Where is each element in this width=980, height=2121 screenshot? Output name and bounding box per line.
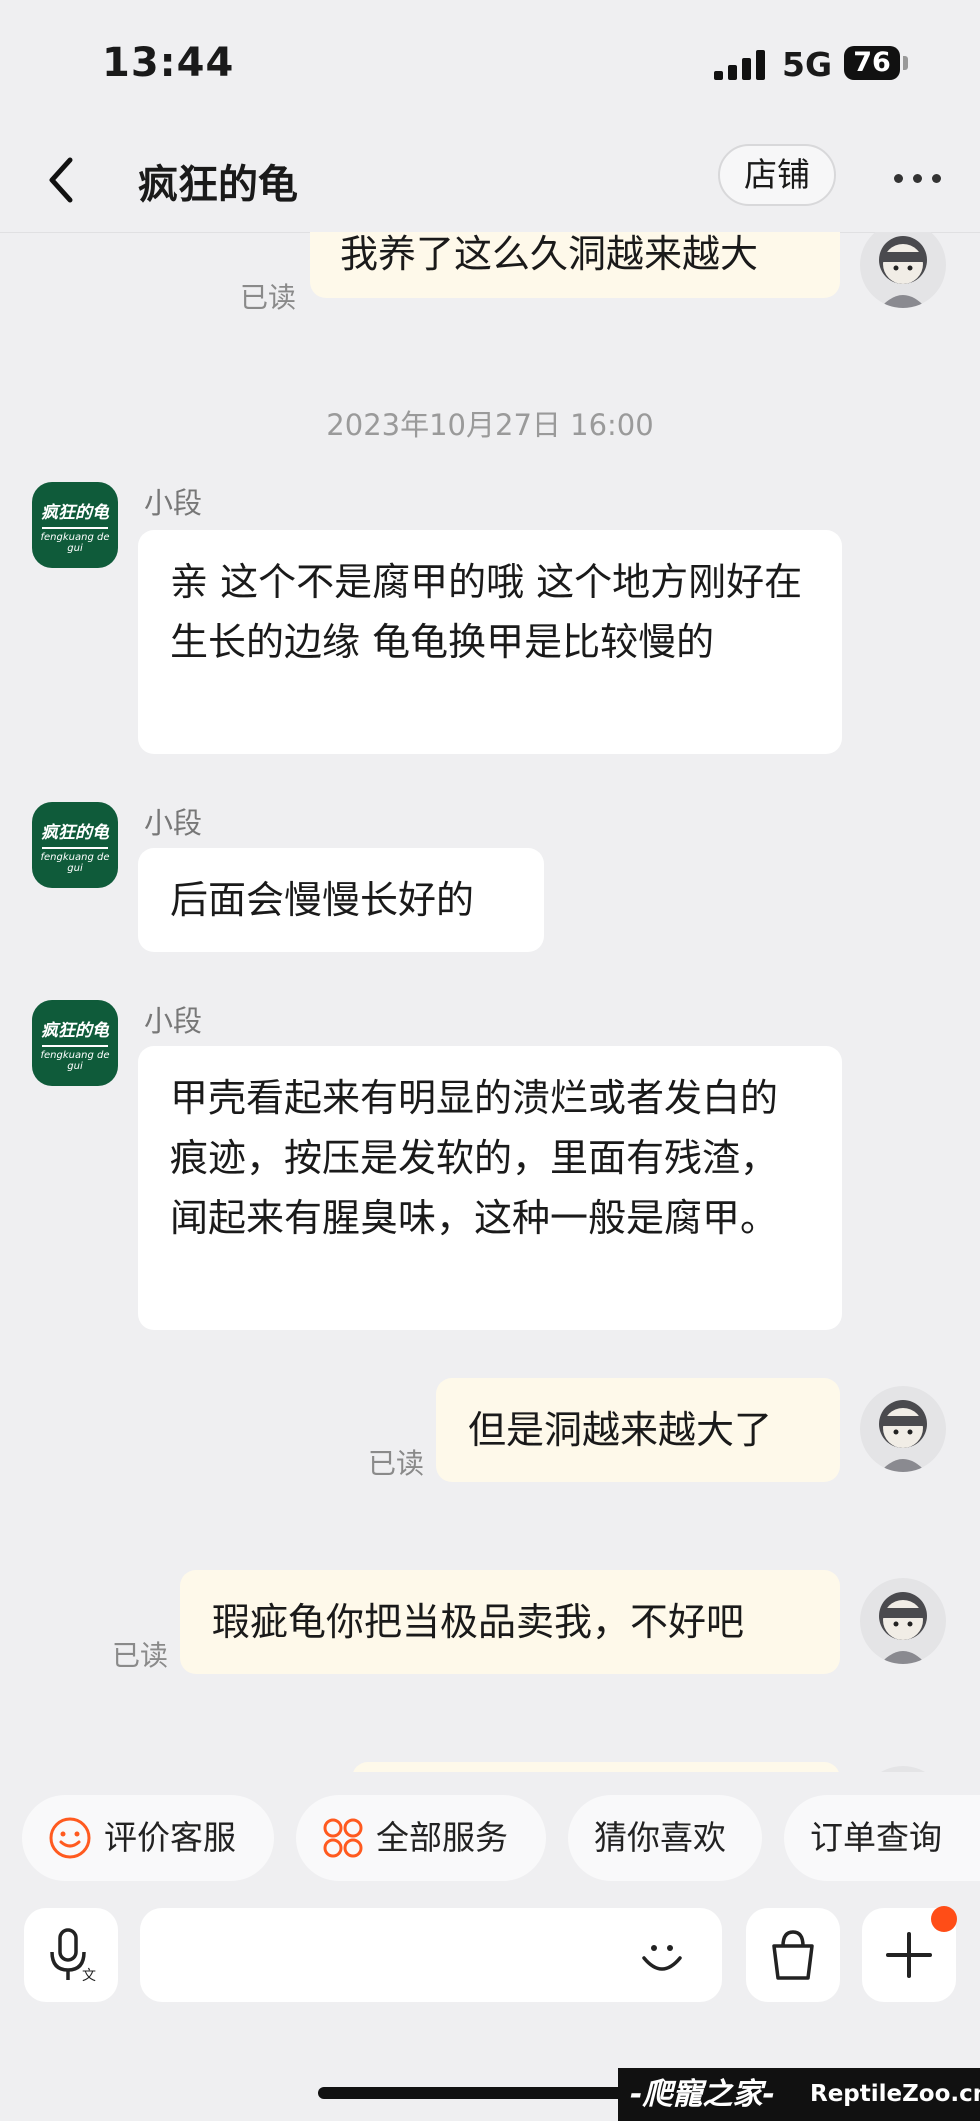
- shopping-bag-icon: [772, 1930, 814, 1980]
- grid-icon: [323, 1818, 363, 1858]
- chip-label: 评价客服: [104, 1818, 236, 1857]
- user-avatar: [860, 1386, 946, 1472]
- network-type: 5G: [782, 45, 833, 84]
- back-arrow-icon[interactable]: [42, 152, 82, 208]
- user-avatar: [860, 1766, 946, 1772]
- user-avatar: [860, 232, 946, 308]
- sender-name: 小段: [144, 1004, 203, 1038]
- shop-avatar[interactable]: 疯狂的龟 fengkuang de gui: [32, 802, 118, 888]
- chip-label: 猜你喜欢: [594, 1818, 726, 1857]
- shopping-bag-button[interactable]: [746, 1908, 840, 2002]
- message-text: 后面会慢慢长好的: [170, 878, 475, 922]
- nav-bar: 疯狂的龟 店铺: [0, 130, 980, 233]
- status-bar: 13:44 5G 76: [0, 0, 980, 130]
- battery-cap: [903, 56, 908, 70]
- sender-name: 小段: [144, 486, 203, 520]
- order-query-button[interactable]: 订单查询: [784, 1795, 980, 1881]
- microphone-icon: 文: [50, 1928, 96, 1983]
- all-services-button[interactable]: 全部服务: [296, 1795, 546, 1881]
- svg-text:文: 文: [82, 1967, 96, 1983]
- message-text: 亲 这个不是腐甲的哦 这个地方刚好在生长的边缘 龟龟换甲是比较慢的: [170, 560, 803, 664]
- message-text: 甲壳看起来有明显的溃烂或者发白的痕迹，按压是发软的，里面有残渣，闻起来有腥臭味，…: [170, 1076, 779, 1240]
- message-bubble-incoming[interactable]: 甲壳看起来有明显的溃烂或者发白的痕迹，按压是发软的，里面有残渣，闻起来有腥臭味，…: [138, 1046, 842, 1330]
- timestamp: 2023年10月27日 16:00: [326, 408, 654, 442]
- rate-service-button[interactable]: 评价客服: [22, 1795, 274, 1881]
- quick-actions-bar: 评价客服 全部服务 猜你喜欢 订单查询: [0, 1795, 980, 1885]
- message-bubble-incoming[interactable]: 后面会慢慢长好的: [138, 848, 544, 952]
- smiley-icon: [49, 1817, 91, 1859]
- battery-icon: 76: [844, 46, 900, 80]
- read-receipt: 已读: [240, 281, 297, 314]
- read-receipt: 已读: [368, 1447, 425, 1480]
- shop-avatar[interactable]: 疯狂的龟 fengkuang de gui: [32, 482, 118, 568]
- shop-avatar[interactable]: 疯狂的龟 fengkuang de gui: [32, 1000, 118, 1086]
- message-bubble-outgoing-partial[interactable]: [352, 1762, 840, 1772]
- message-text: 我养了这么久洞越来越大: [340, 232, 759, 276]
- page-title: 疯狂的龟: [138, 162, 298, 208]
- signal-icon: [714, 50, 766, 80]
- shop-button[interactable]: 店铺: [718, 144, 836, 206]
- watermark-cn: -爬寵之家-: [630, 2077, 775, 2112]
- voice-button[interactable]: 文: [24, 1908, 118, 2002]
- message-text: 但是洞越来越大了: [468, 1408, 773, 1452]
- chip-label: 订单查询: [810, 1818, 942, 1857]
- read-receipt: 已读: [112, 1639, 169, 1672]
- watermark: -爬寵之家- ReptileZoo.cn: [618, 2068, 980, 2121]
- chip-label: 全部服务: [376, 1818, 508, 1857]
- watermark-en: ReptileZoo.cn: [810, 2081, 980, 2107]
- chat-list: 我养了这么久洞越来越大 已读 2023年10月27日 16:00 疯狂的龟 fe…: [0, 232, 980, 1772]
- status-time: 13:44: [102, 40, 235, 86]
- user-avatar: [860, 1578, 946, 1664]
- more-icon[interactable]: [894, 174, 942, 184]
- home-indicator[interactable]: [318, 2087, 658, 2099]
- sender-name: 小段: [144, 806, 203, 840]
- message-bubble-incoming[interactable]: 亲 这个不是腐甲的哦 这个地方刚好在生长的边缘 龟龟换甲是比较慢的: [138, 530, 842, 754]
- notification-dot: [931, 1906, 957, 1932]
- message-bubble-outgoing[interactable]: 瑕疵龟你把当极品卖我，不好吧: [180, 1570, 840, 1674]
- emoji-icon[interactable]: [636, 1930, 688, 1982]
- message-bubble-outgoing[interactable]: 我养了这么久洞越来越大: [310, 232, 840, 298]
- guess-you-like-button[interactable]: 猜你喜欢: [568, 1795, 762, 1881]
- input-bar: 文: [0, 1898, 980, 2008]
- message-text: 瑕疵龟你把当极品卖我，不好吧: [212, 1600, 745, 1644]
- message-bubble-outgoing[interactable]: 但是洞越来越大了: [436, 1378, 840, 1482]
- message-input[interactable]: [140, 1908, 722, 2002]
